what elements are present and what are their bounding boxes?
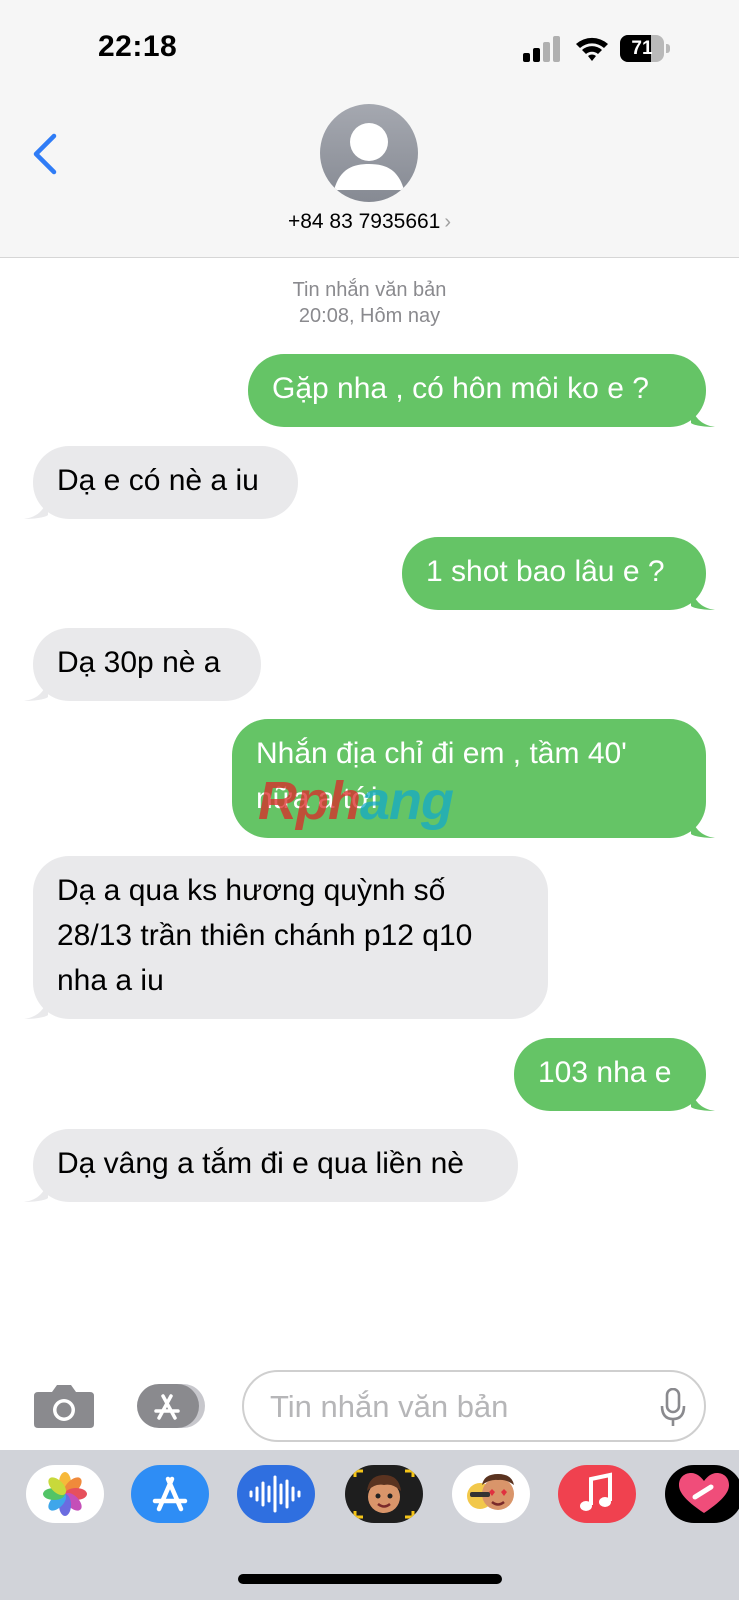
composer-bar: Tin nhắn văn bản: [0, 1360, 739, 1450]
photos-icon[interactable]: [26, 1465, 104, 1523]
message-input[interactable]: Tin nhắn văn bản: [242, 1370, 706, 1442]
thread-timestamp: 20:08, Hôm nay: [298, 305, 441, 327]
digital-touch-icon[interactable]: [665, 1465, 739, 1523]
message-text: Gặp nha , có hôn môi ko e ?: [272, 372, 649, 405]
memoji-icon[interactable]: [345, 1465, 423, 1523]
camera-icon[interactable]: [34, 1382, 94, 1428]
contact-number[interactable]: +84 83 7935661: [288, 210, 440, 233]
home-indicator[interactable]: [238, 1574, 502, 1584]
audio-message-icon[interactable]: [237, 1465, 315, 1523]
person-icon: [334, 123, 404, 190]
incoming-message[interactable]: Dạ a qua ks hương quỳnh số 28/13 trần th…: [24, 856, 548, 1019]
bubble-tail-icon: [24, 1178, 48, 1202]
battery-icon: 71: [620, 35, 670, 62]
contact-name[interactable]: +84 83 7935661 ›: [0, 210, 739, 234]
status-time: 22:18: [98, 30, 178, 63]
battery-percent: 71: [631, 38, 653, 59]
bubble-tail-icon: [691, 403, 715, 427]
message-text: Nhắn địa chỉ đi em , tầm 40' nữa a tới: [256, 737, 627, 815]
cellular-signal-icon: [523, 36, 560, 62]
contact-avatar[interactable]: [320, 104, 418, 202]
music-icon[interactable]: [558, 1465, 636, 1523]
bubble-tail-icon: [691, 586, 715, 610]
service-label: Tin nhắn văn bản: [292, 279, 447, 301]
bubble-tail-icon: [24, 995, 48, 1019]
message-input-placeholder: Tin nhắn văn bản: [270, 1389, 509, 1424]
message-text: 103 nha e: [538, 1056, 672, 1089]
bubble-tail-icon: [24, 677, 48, 701]
incoming-message[interactable]: Dạ e có nè a iu: [24, 446, 298, 519]
chevron-left-icon[interactable]: [30, 132, 62, 176]
bubble-tail-icon: [24, 495, 48, 519]
outgoing-message[interactable]: 103 nha e: [514, 1038, 715, 1111]
message-text: Dạ e có nè a iu: [57, 464, 259, 497]
incoming-message[interactable]: Dạ vâng a tắm đi e qua liền nè: [24, 1129, 518, 1202]
chevron-right-icon: ›: [444, 211, 452, 233]
incoming-message[interactable]: Dạ 30p nè a: [24, 628, 261, 701]
message-text: 1 shot bao lâu e ?: [426, 555, 665, 588]
bubble-tail-icon: [691, 1087, 715, 1111]
outgoing-message[interactable]: Gặp nha , có hôn môi ko e ?: [248, 354, 715, 427]
app-store-icon[interactable]: [137, 1384, 209, 1428]
animoji-stickers-icon[interactable]: [452, 1465, 530, 1523]
conversation-header: +84 83 7935661 ›: [0, 90, 739, 258]
message-text: Dạ 30p nè a: [57, 646, 221, 679]
status-bar: 22:18 71: [0, 0, 739, 90]
wifi-icon: [576, 37, 608, 61]
outgoing-message[interactable]: Nhắn địa chỉ đi em , tầm 40' nữa a tới: [232, 719, 715, 838]
app-store-icon[interactable]: [131, 1465, 209, 1523]
microphone-icon[interactable]: [660, 1388, 686, 1428]
message-text: Dạ a qua ks hương quỳnh số 28/13 trần th…: [57, 874, 473, 997]
outgoing-message[interactable]: 1 shot bao lâu e ?: [402, 537, 715, 610]
message-text: Dạ vâng a tắm đi e qua liền nè: [57, 1147, 464, 1180]
bubble-tail-icon: [691, 814, 715, 838]
